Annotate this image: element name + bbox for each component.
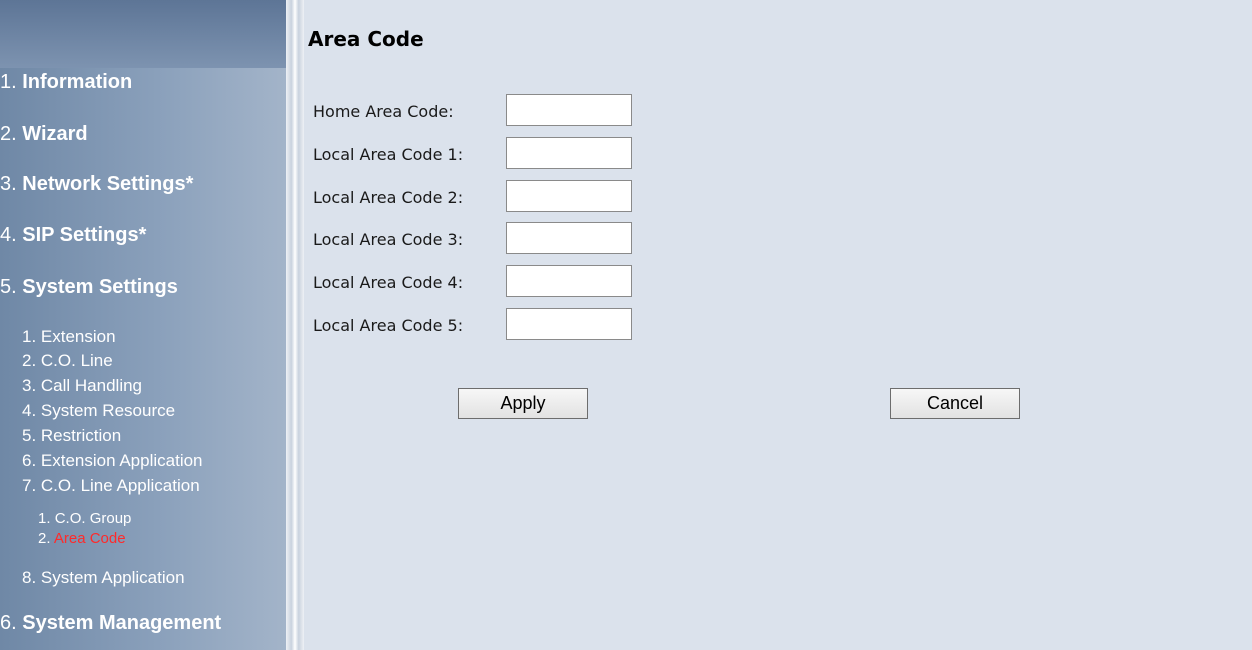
nav-sub-extension-application[interactable]: 6. Extension Application [22,449,203,473]
field-label: Local Area Code 4: [313,273,464,292]
nav-subsub-area-code[interactable]: 2. Area Code [38,529,126,549]
local-area-code-3-input[interactable] [506,222,632,254]
field-label: Local Area Code 2: [313,188,464,207]
local-area-code-5-input[interactable] [506,308,632,340]
nav-sub-system-application[interactable]: 8. System Application [22,566,185,590]
nav-sub-extension[interactable]: 1. Extension [22,325,116,349]
nav-item-label: Wizard [22,123,88,145]
nav-sub-system-resource[interactable]: 4. System Resource [22,399,175,423]
nav-item-information[interactable]: 1. Information [0,71,132,94]
nav-item-number: 3. [0,173,17,195]
nav-item-label: Network Settings* [22,173,194,195]
field-label: Local Area Code 3: [313,230,464,249]
nav-item-number: 4. [0,224,17,246]
nav-subsub-label: C.O. Group [54,510,132,527]
nav-item-wizard[interactable]: 2. Wizard [0,123,88,146]
apply-button[interactable]: Apply [458,388,588,419]
field-label: Home Area Code: [313,102,454,121]
field-label: Local Area Code 1: [313,145,464,164]
nav-sub-restriction[interactable]: 5. Restriction [22,424,121,448]
nav-subsub-label-active: Area Code [53,530,126,547]
field-label: Local Area Code 5: [313,316,464,335]
local-area-code-3-row: Local Area Code 3: [313,222,713,256]
nav-item-system-settings[interactable]: 5. System Settings [0,276,178,299]
nav-item-sip-settings[interactable]: 4. SIP Settings* [0,224,146,247]
nav-sub-call-handling[interactable]: 3. Call Handling [22,374,142,398]
local-area-code-2-input[interactable] [506,180,632,212]
page-title: Area Code [308,27,424,51]
frame-divider[interactable] [286,0,304,650]
nav-subsub-number: 2. [38,530,51,547]
cancel-button[interactable]: Cancel [890,388,1020,419]
local-area-code-1-row: Local Area Code 1: [313,137,713,171]
home-area-code-row: Home Area Code: [313,94,713,128]
nav-item-number: 2. [0,123,17,145]
nav-item-number: 6. [0,612,17,634]
nav-item-number: 1. [0,71,17,93]
nav-item-network-settings[interactable]: 3. Network Settings* [0,173,193,196]
nav-item-label: System Settings [22,276,178,298]
nav-item-label: SIP Settings* [22,224,147,246]
local-area-code-4-row: Local Area Code 4: [313,265,713,299]
nav-item-number: 5. [0,276,17,298]
home-area-code-input[interactable] [506,94,632,126]
nav-item-label: System Management [22,612,222,634]
local-area-code-1-input[interactable] [506,137,632,169]
nav-item-label: Information [22,71,133,93]
nav-item-system-management[interactable]: 6. System Management [0,612,221,635]
sidebar-header [0,0,286,68]
nav-subsub-co-group[interactable]: 1. C.O. Group [38,509,131,529]
nav-sub-co-line[interactable]: 2. C.O. Line [22,349,113,373]
local-area-code-5-row: Local Area Code 5: [313,308,713,342]
main-content: Area Code Home Area Code: Local Area Cod… [304,0,1252,650]
nav-sub-co-line-application[interactable]: 7. C.O. Line Application [22,474,200,498]
sidebar-nav: 1. Information 2. Wizard 3. Network Sett… [0,0,286,650]
local-area-code-4-input[interactable] [506,265,632,297]
local-area-code-2-row: Local Area Code 2: [313,180,713,214]
nav-subsub-number: 1. [38,510,51,527]
